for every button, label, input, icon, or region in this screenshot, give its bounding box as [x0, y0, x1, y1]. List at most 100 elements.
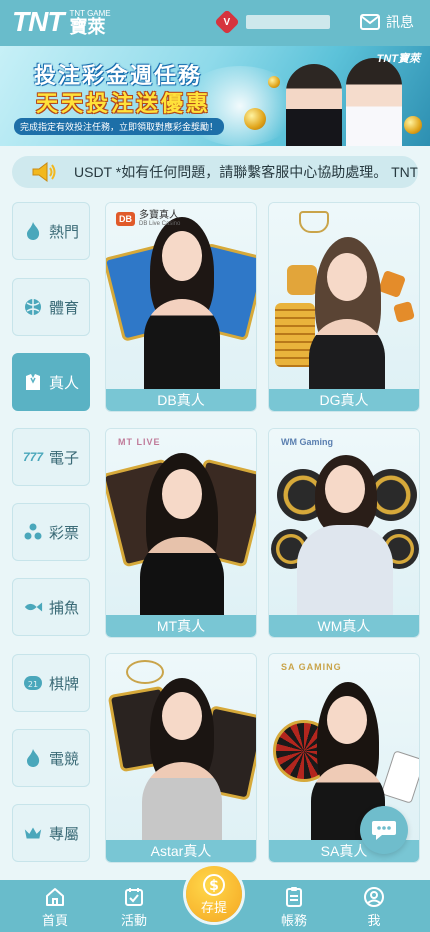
game-card-label: Astar真人 [106, 840, 256, 862]
game-art [269, 203, 419, 391]
messages-label: 訊息 [386, 14, 414, 30]
sidebar-item-slots[interactable]: 777 電子 [12, 428, 90, 486]
sidebar-item-label: 熱門 [48, 223, 79, 241]
astar-emblem [126, 660, 164, 684]
sidebar-item-exclusive[interactable]: 專屬 [12, 804, 90, 862]
coin-decoration [404, 116, 422, 134]
marquee-text: USDT *如有任何問題，請聯繫客服中心協助處理。 TNT寶萊 [74, 164, 418, 180]
sidebar-item-esports[interactable]: 電競 [12, 729, 90, 787]
sidebar-item-hot[interactable]: 熱門 [12, 202, 90, 260]
lottery-balls-icon [23, 522, 43, 542]
sidebar-item-label: 棋牌 [48, 675, 79, 693]
nav-events[interactable]: 活動 [104, 880, 164, 932]
promo-banner[interactable]: 投注彩金週任務 天天投注送優惠 完成指定有效投注任務，立即領取對應彩金獎勵！ T… [0, 46, 430, 146]
provider-sub: DB Live Casino [139, 221, 181, 227]
flame-icon [23, 221, 43, 241]
provider-name: 多寶真人 [139, 210, 179, 221]
top-header: TNT TNT GAME 寶萊 V 訊息 [0, 0, 430, 46]
banner-model-image [286, 64, 342, 146]
vip-badge-text: V [223, 16, 231, 28]
sidebar-item-label: 體育 [48, 299, 79, 317]
model-face [327, 253, 367, 301]
vip-badge: V [214, 9, 240, 35]
mahjong-icon: 21 [23, 673, 43, 693]
banner-caption: 完成指定有效投注任務，立即領取對應彩金獎勵！ [14, 118, 225, 135]
logo-sub-group: TNT GAME 寶萊 [69, 10, 110, 37]
nav-deposit-button[interactable]: $ 存提 [186, 866, 242, 922]
logo-main-text: TNT [12, 6, 64, 37]
coin-decoration [268, 76, 280, 88]
dollar-coin-icon: $ [203, 873, 225, 896]
model-body [140, 537, 224, 617]
announcement-marquee[interactable]: USDT *如有任何問題，請聯繫客服中心協助處理。 TNT寶萊 [12, 156, 418, 188]
game-card-dg[interactable]: DG真人 [268, 202, 420, 412]
model-body [144, 299, 220, 391]
customer-service-button[interactable] [360, 806, 408, 854]
sidebar-item-label: 彩票 [48, 524, 79, 542]
game-card-wm[interactable]: WM Gaming WM真人 [268, 428, 420, 638]
game-card-label: DG真人 [269, 389, 419, 411]
game-card-astar[interactable]: Astar真人 [105, 653, 257, 863]
sidebar-item-fishing[interactable]: 捕魚 [12, 578, 90, 636]
game-art [106, 654, 256, 842]
model-face [325, 465, 365, 513]
game-art: MT LIVE [106, 429, 256, 617]
model-face [162, 469, 202, 519]
messages-button[interactable]: 訊息 [360, 12, 414, 32]
calendar-check-icon [123, 884, 145, 910]
sidebar-item-lottery[interactable]: 彩票 [12, 503, 90, 561]
game-card-label: WM真人 [269, 615, 419, 637]
dice-decoration [377, 269, 407, 299]
banner-model-image [346, 58, 402, 146]
sidebar-item-sports[interactable]: 體育 [12, 278, 90, 336]
ball-icon [23, 297, 43, 317]
sidebar-item-live[interactable]: 真人 [12, 353, 90, 411]
sidebar-item-label: 真人 [48, 374, 79, 392]
user-icon [363, 884, 385, 910]
chat-bubble-icon [372, 821, 396, 840]
gift-decoration [287, 265, 317, 295]
coin-decoration [244, 108, 266, 130]
banner-brand: TNT寶萊 [376, 53, 420, 65]
model-face [327, 696, 367, 744]
sidebar-item-label: 專屬 [48, 825, 79, 843]
brand-logo[interactable]: TNT TNT GAME 寶萊 [12, 6, 111, 37]
home-icon [44, 884, 66, 910]
provider-logo-mark: DB [116, 212, 135, 226]
nav-account[interactable]: 帳務 [264, 880, 324, 932]
banner-subtitle: 天天投注送優惠 [36, 91, 212, 116]
model-face [162, 231, 202, 281]
user-info[interactable]: V [214, 9, 330, 35]
model-face [162, 692, 202, 740]
clipboard-icon [284, 884, 304, 910]
svg-text:21: 21 [28, 680, 38, 689]
game-card-mt[interactable]: MT LIVE MT真人 [105, 428, 257, 638]
nav-me[interactable]: 我 [344, 880, 404, 932]
game-card-label: DB真人 [106, 389, 256, 411]
sidebar-item-label: 捕魚 [48, 599, 79, 617]
dice-decoration [392, 300, 416, 324]
nav-home[interactable]: 首頁 [25, 880, 85, 932]
mail-icon [360, 14, 380, 30]
nav-home-label: 首頁 [41, 912, 68, 928]
provider-logo-text: 多寶真人 DB Live Casino [139, 210, 181, 228]
nav-account-label: 帳務 [280, 912, 307, 928]
masked-username [246, 15, 330, 29]
sidebar-item-board[interactable]: 21 棋牌 [12, 654, 90, 712]
dealer-icon [23, 372, 43, 392]
provider-name: WM Gaming [281, 437, 333, 447]
sidebar-item-label: 電競 [48, 750, 79, 768]
game-card-label: MT真人 [106, 615, 256, 637]
model-body [297, 525, 393, 617]
sidebar-item-label: 電子 [48, 449, 79, 467]
logo-cn-text: 寶萊 [69, 17, 106, 37]
game-card-db[interactable]: DB 多寶真人 DB Live Casino DB真人 [105, 202, 257, 412]
nav-events-label: 活動 [120, 912, 147, 928]
game-art: DB 多寶真人 DB Live Casino [106, 203, 256, 391]
provider-logo: DB 多寶真人 DB Live Casino [116, 211, 180, 227]
nav-me-label: 我 [367, 912, 381, 928]
model-body [142, 762, 222, 842]
slot-777-icon: 777 [22, 450, 43, 464]
provider-name: MT LIVE [118, 437, 161, 447]
crown-icon [23, 823, 43, 843]
